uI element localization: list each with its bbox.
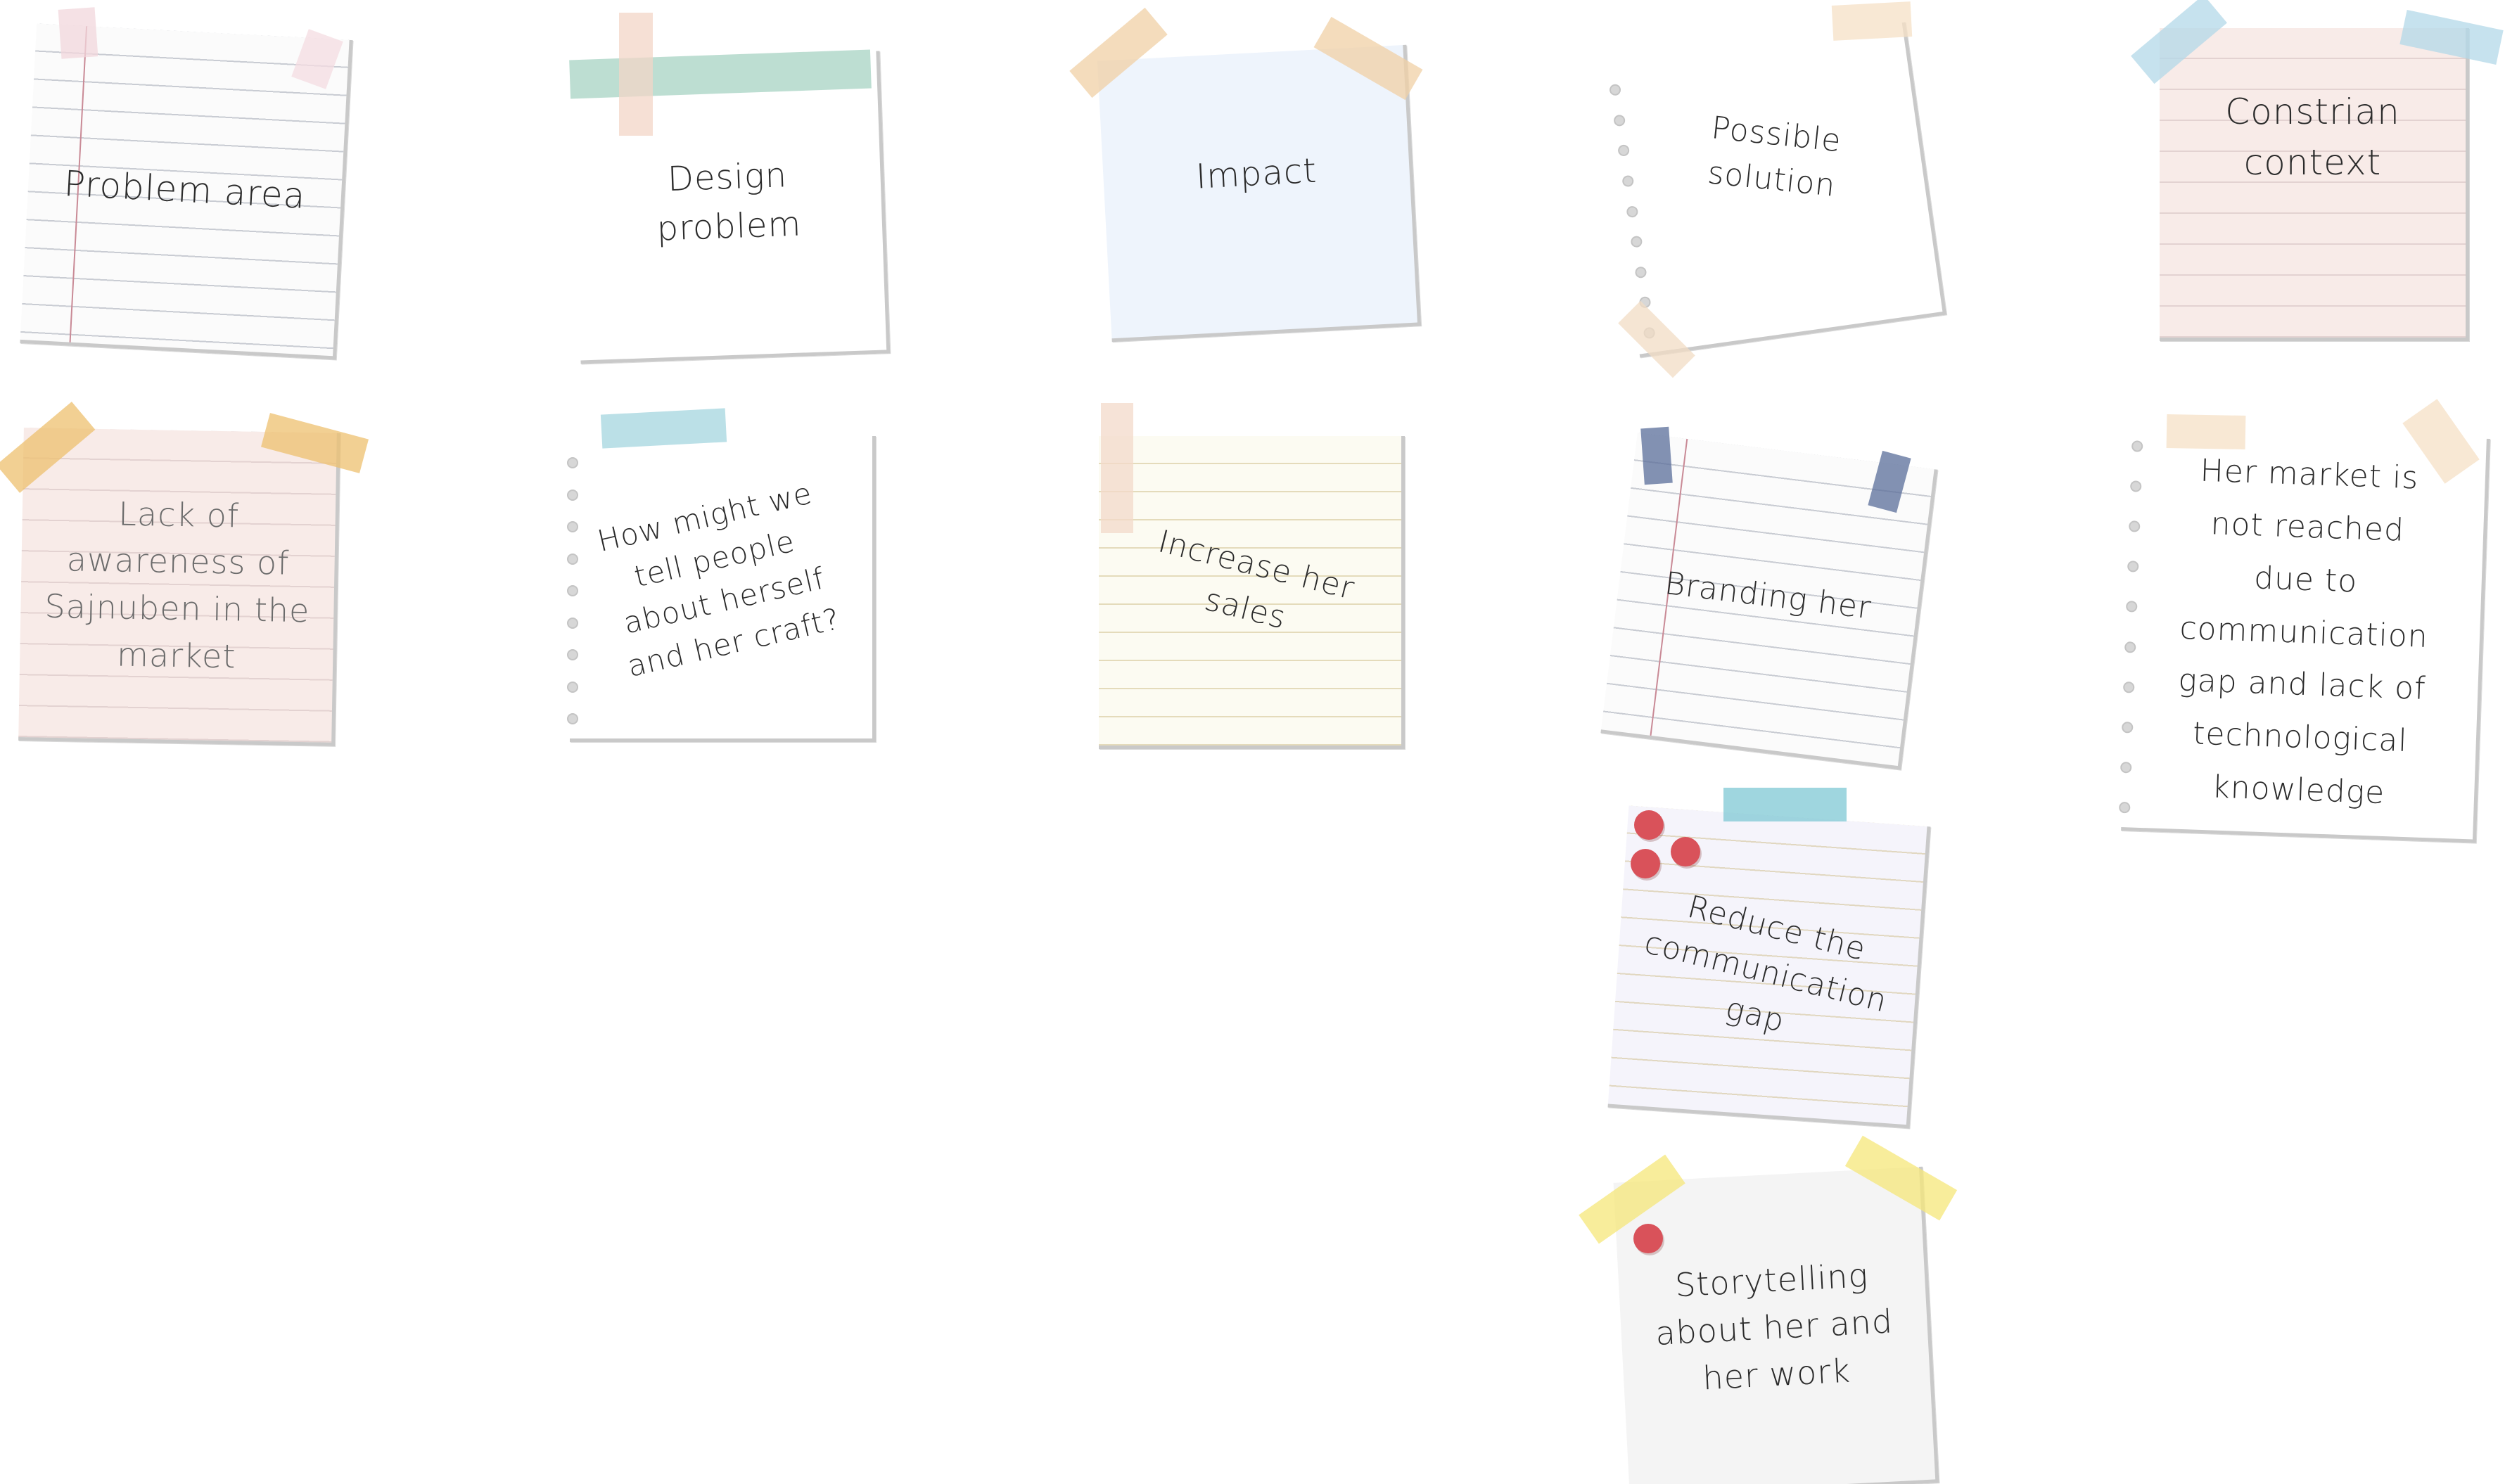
note-design-problem[interactable]: Design problem — [570, 51, 891, 364]
tape — [1723, 788, 1847, 821]
note-design-problem-text: Design problem — [656, 155, 803, 249]
tape — [1831, 1, 1913, 41]
tape — [1101, 403, 1133, 533]
note-constraint-context-text: Constrian context — [2225, 91, 2400, 184]
note-how-might-we-text: How might we tell people about herself a… — [594, 475, 843, 684]
push-pin — [1671, 837, 1700, 866]
push-pin — [1634, 810, 1664, 840]
tape — [2166, 414, 2246, 449]
tape — [600, 408, 727, 449]
punch-hole — [567, 681, 578, 693]
note-possible-solution-text: Possible solution — [1706, 109, 1844, 204]
push-pin — [1631, 849, 1660, 878]
tape — [58, 7, 98, 59]
note-market-not-reached-text: Her market is not reached due to communi… — [2177, 452, 2429, 812]
note-increase-sales[interactable]: Increase her sales — [1099, 436, 1405, 749]
note-storytelling[interactable]: Storytelling about her and her work — [1613, 1166, 1939, 1484]
note-constraint-context[interactable]: Constrian context — [2160, 28, 2469, 341]
note-possible-solution[interactable]: Possible solution — [1598, 22, 1947, 358]
note-market-not-reached[interactable]: Her market is not reached due to communi… — [2118, 426, 2490, 843]
sticky-note-board: Problem area Design problem Impact Possi… — [0, 0, 2505, 1484]
note-lack-of-awareness[interactable]: Lack of awareness of Sajnuben in the mar… — [18, 428, 340, 746]
note-impact[interactable]: Impact — [1097, 44, 1422, 343]
punch-hole — [567, 713, 578, 724]
punch-hole — [567, 649, 578, 660]
push-pin — [1633, 1224, 1663, 1253]
note-reduce-gap-text: Reduce the communication gap — [1640, 888, 1891, 1040]
note-impact-text: Impact — [1194, 151, 1318, 197]
tape — [619, 13, 653, 136]
note-lack-of-awareness-text: Lack of awareness of Sajnuben in the mar… — [44, 494, 310, 676]
tape — [1640, 426, 1673, 485]
note-storytelling-text: Storytelling about her and her work — [1654, 1256, 1894, 1397]
note-how-might-we[interactable]: How might we tell people about herself a… — [567, 436, 876, 742]
punch-hole — [1608, 83, 1622, 96]
